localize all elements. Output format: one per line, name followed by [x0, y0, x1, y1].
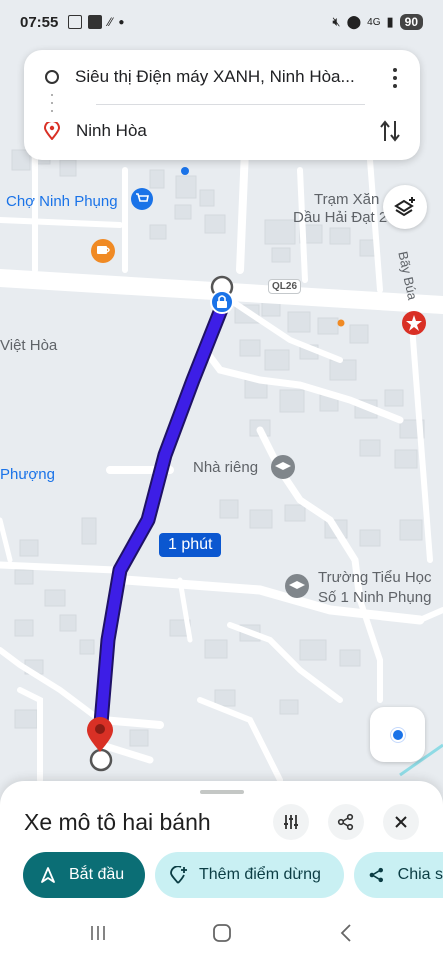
action-chips: Bắt đầu Thêm điểm dừng Chia s	[0, 852, 443, 898]
road-badge-ql26: QL26	[268, 279, 302, 294]
close-icon	[395, 816, 407, 828]
status-time: 07:55	[20, 13, 59, 31]
no-signal-icon: ⁄⁄	[108, 15, 113, 29]
add-stop-button[interactable]: Thêm điểm dừng	[155, 852, 344, 898]
route-options-button[interactable]	[273, 804, 309, 840]
destination-field[interactable]: Ninh Hòa	[24, 106, 420, 156]
recent-apps-icon[interactable]	[88, 923, 108, 943]
layers-button[interactable]	[383, 185, 427, 229]
map-label-viet-hoa[interactable]: Việt Hòa	[0, 337, 57, 354]
start-button[interactable]: Bắt đầu	[23, 852, 145, 898]
share-icon	[337, 813, 354, 831]
map-label-school-2[interactable]: Số 1 Ninh Phụng	[318, 589, 431, 606]
map-label-phuong[interactable]: Phượng	[0, 466, 55, 483]
close-button[interactable]	[383, 804, 419, 840]
map-label-market[interactable]: Chợ Ninh Phụng	[6, 193, 118, 210]
destination-text: Ninh Hòa	[76, 121, 147, 140]
navigation-arrow-icon	[41, 867, 55, 883]
location-dot-icon	[390, 727, 405, 742]
signal-icon: ▮	[386, 14, 394, 29]
origin-circle-icon	[45, 70, 59, 84]
origin-field[interactable]: Siêu thị Điện máy XANH, Ninh Hòa...	[24, 52, 420, 102]
add-stop-icon	[170, 866, 187, 884]
start-label: Bắt đầu	[69, 866, 125, 883]
network-type: 4G	[367, 16, 381, 28]
home-icon[interactable]	[211, 922, 233, 944]
route-divider	[96, 104, 365, 105]
bottom-sheet: Xe mô tô hai bánh Bắt đầu Thêm điểm dừng…	[0, 781, 443, 960]
mute-icon: 🔇︎	[332, 14, 341, 29]
battery-icon: 90	[399, 14, 423, 30]
more-options-icon[interactable]	[392, 68, 398, 88]
share-chip-button[interactable]: Chia s	[354, 852, 443, 898]
notification-dot-icon: ●	[118, 16, 125, 28]
drag-handle[interactable]	[200, 790, 244, 794]
screenshot-icon	[68, 15, 83, 29]
map-label-gas-station-2[interactable]: Dầu Hải Đạt 2	[293, 209, 387, 226]
sliders-icon	[284, 815, 298, 829]
origin-text: Siêu thị Điện máy XANH, Ninh Hòa...	[75, 67, 355, 86]
share-chip-label: Chia s	[397, 866, 443, 883]
my-location-button[interactable]	[370, 707, 425, 762]
back-icon[interactable]	[337, 923, 355, 943]
layers-icon	[394, 197, 415, 217]
travel-time-label: 1 phút	[159, 533, 222, 557]
share-chip-icon	[369, 867, 383, 883]
news-app-icon	[88, 15, 103, 29]
system-nav-bar	[0, 919, 443, 949]
status-bar: 07:55 ⁄⁄ ● 🔇︎ ⬤ 4G ▮ 90	[0, 0, 443, 44]
map-label-gas-station-1[interactable]: Trạm Xăn	[314, 191, 379, 208]
travel-mode-title: Xe mô tô hai bánh	[24, 809, 211, 835]
route-card: Siêu thị Điện máy XANH, Ninh Hòa... Ninh…	[24, 50, 420, 160]
location-icon: ⬤	[346, 14, 362, 29]
destination-pin-icon	[43, 120, 61, 141]
add-stop-label: Thêm điểm dừng	[199, 866, 321, 883]
map-label-school-1[interactable]: Trường Tiểu Học	[318, 569, 432, 586]
share-button[interactable]	[328, 804, 364, 840]
map-label-nha-rieng[interactable]: Nhà riêng	[193, 459, 258, 476]
swap-icon[interactable]	[378, 118, 402, 144]
